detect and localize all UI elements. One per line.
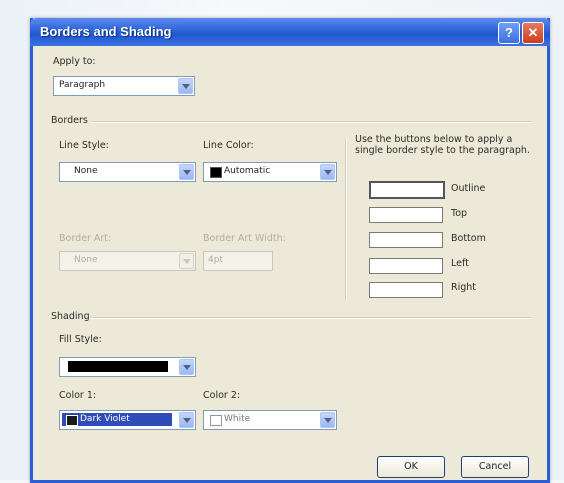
border-top-button[interactable] [369, 207, 443, 223]
line-color-select[interactable]: Automatic [203, 162, 337, 182]
color-swatch [210, 167, 222, 178]
line-color-value: Automatic [224, 166, 271, 176]
borders-and-shading-dialog: Borders and Shading ? ✕ Apply to: Paragr… [30, 18, 550, 483]
apply-to-label: Apply to: [53, 56, 96, 67]
color1-select[interactable]: Dark Violet [59, 410, 196, 430]
line-color-label: Line Color: [203, 140, 254, 151]
border-art-width-spinner: 4pt [203, 251, 273, 271]
border-bottom-button[interactable] [369, 232, 443, 248]
cancel-button[interactable]: Cancel [461, 456, 529, 478]
color1-value: Dark Violet [80, 414, 130, 424]
fill-style-label: Fill Style: [59, 334, 102, 345]
bottom-label: Bottom [451, 233, 486, 244]
line-style-select[interactable]: None [59, 162, 196, 182]
outline-label: Outline [451, 183, 486, 194]
color-swatch [66, 415, 78, 426]
line-style-value: None [74, 166, 98, 176]
line-style-label: Line Style: [59, 140, 109, 151]
border-art-width-value: 4pt [208, 255, 223, 265]
left-label: Left [451, 258, 469, 269]
border-art-select: None [59, 251, 196, 271]
title-bar[interactable]: Borders and Shading ? ✕ [30, 18, 550, 46]
fill-style-select[interactable] [59, 357, 196, 377]
top-label: Top [451, 208, 468, 219]
shading-heading: Shading [51, 311, 90, 322]
borders-divider [91, 121, 531, 123]
fill-pattern-preview [68, 361, 168, 372]
border-left-button[interactable] [369, 258, 443, 274]
border-art-width-label: Border Art Width: [203, 233, 286, 244]
border-right-button[interactable] [369, 282, 443, 298]
help-button[interactable]: ? [498, 22, 520, 44]
apply-to-value: Paragraph [59, 80, 106, 90]
color2-select[interactable]: White [203, 410, 337, 430]
ok-button[interactable]: OK [377, 456, 445, 478]
color2-label: Color 2: [203, 390, 241, 401]
dialog-title: Borders and Shading [40, 24, 172, 39]
border-instructions: Use the buttons below to apply a single … [355, 134, 530, 156]
border-outline-button[interactable] [369, 181, 445, 199]
shading-divider [91, 317, 531, 319]
color1-label: Color 1: [59, 390, 97, 401]
borders-heading: Borders [51, 115, 88, 126]
chevron-down-icon[interactable] [179, 359, 194, 375]
chevron-down-icon [179, 253, 194, 269]
color2-value: White [224, 414, 251, 424]
border-art-value: None [74, 255, 98, 265]
chevron-down-icon[interactable] [179, 412, 194, 428]
right-label: Right [451, 282, 477, 293]
color-swatch [210, 415, 222, 426]
chevron-down-icon[interactable] [179, 164, 194, 180]
chevron-down-icon[interactable] [320, 164, 335, 180]
chevron-down-icon[interactable] [178, 78, 193, 94]
close-button[interactable]: ✕ [522, 22, 544, 44]
borders-vertical-divider [345, 138, 347, 300]
chevron-down-icon[interactable] [320, 412, 335, 428]
apply-to-select[interactable]: Paragraph [53, 76, 195, 96]
border-art-label: Border Art: [59, 233, 112, 244]
